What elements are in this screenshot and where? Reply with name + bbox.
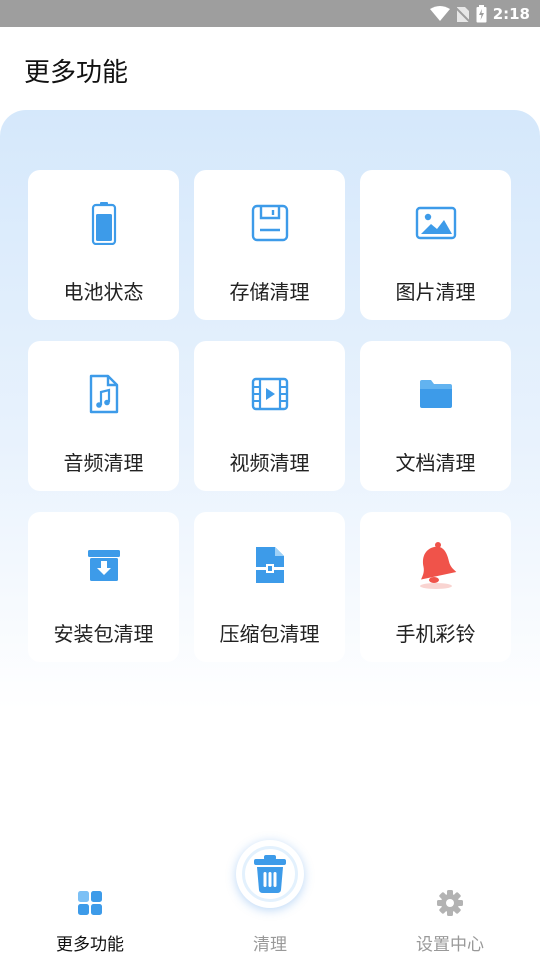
grid-icon bbox=[78, 891, 102, 915]
zip-icon bbox=[255, 547, 284, 583]
feature-card-ringtone[interactable]: 手机彩铃 bbox=[360, 512, 511, 662]
feature-label: 图片清理 bbox=[395, 280, 476, 304]
video-icon bbox=[251, 377, 288, 411]
feature-label: 存储清理 bbox=[229, 280, 310, 304]
feature-label: 手机彩铃 bbox=[395, 622, 476, 646]
feature-label: 音频清理 bbox=[63, 451, 144, 475]
storage-icon bbox=[251, 204, 288, 242]
status-bar: 2:18 bbox=[0, 0, 540, 27]
nav-label: 更多功能 bbox=[56, 935, 124, 955]
page-title: 更多功能 bbox=[24, 58, 129, 88]
battery-charging-icon bbox=[476, 5, 487, 23]
trash-icon bbox=[254, 855, 286, 893]
folder-icon bbox=[419, 380, 452, 408]
status-icons: 2:18 bbox=[429, 4, 530, 24]
feature-card-document-clean[interactable]: 文档清理 bbox=[360, 341, 511, 491]
gear-icon bbox=[437, 890, 463, 916]
wifi-icon bbox=[429, 6, 450, 21]
bell-icon bbox=[419, 542, 456, 589]
feature-card-audio-clean[interactable]: 音频清理 bbox=[28, 341, 179, 491]
clean-fab-button[interactable] bbox=[236, 840, 304, 908]
feature-label: 文档清理 bbox=[395, 451, 476, 475]
feature-card-battery-status[interactable]: 电池状态 bbox=[28, 170, 179, 320]
package-icon bbox=[87, 550, 120, 581]
no-sim-icon bbox=[455, 6, 470, 23]
battery-icon bbox=[91, 202, 116, 245]
feature-label: 电池状态 bbox=[63, 280, 144, 304]
nav-more-features[interactable]: 更多功能 bbox=[30, 880, 150, 960]
nav-settings[interactable]: 设置中心 bbox=[390, 880, 510, 960]
audio-file-icon bbox=[89, 374, 118, 414]
status-time: 2:18 bbox=[492, 5, 530, 23]
feature-label: 压缩包清理 bbox=[219, 622, 320, 646]
image-icon bbox=[415, 206, 456, 240]
feature-card-storage-clean[interactable]: 存储清理 bbox=[194, 170, 345, 320]
feature-label: 安装包清理 bbox=[53, 622, 154, 646]
nav-label: 清理 bbox=[253, 935, 287, 955]
feature-card-package-clean[interactable]: 安装包清理 bbox=[28, 512, 179, 662]
feature-label: 视频清理 bbox=[229, 451, 310, 475]
feature-card-video-clean[interactable]: 视频清理 bbox=[194, 341, 345, 491]
nav-label: 设置中心 bbox=[416, 935, 484, 955]
feature-card-zip-clean[interactable]: 压缩包清理 bbox=[194, 512, 345, 662]
feature-card-image-clean[interactable]: 图片清理 bbox=[360, 170, 511, 320]
